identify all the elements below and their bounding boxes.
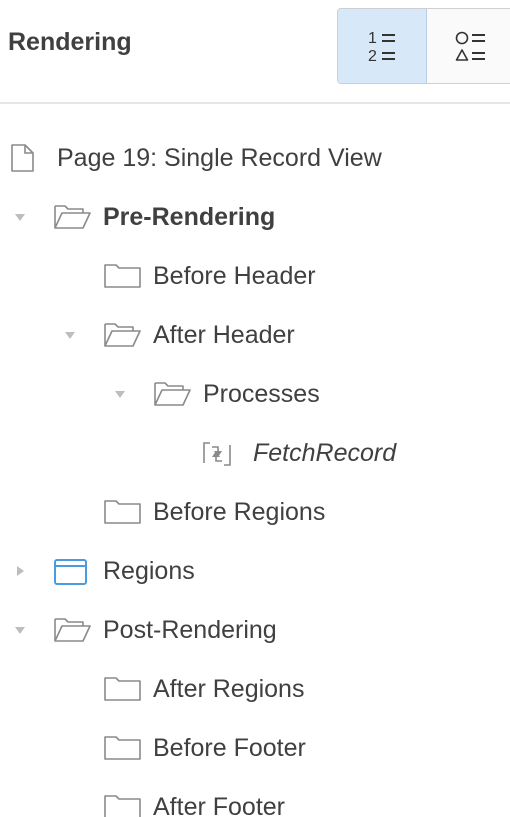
tree-node-label: Before Regions: [153, 498, 326, 526]
sequence-view-button[interactable]: 1 2: [338, 9, 427, 83]
svg-text:1: 1: [368, 30, 377, 47]
tree-node[interactable]: After Regions: [0, 665, 510, 713]
tree-node-label: Post-Rendering: [103, 616, 277, 644]
expand-toggle-icon[interactable]: [63, 328, 77, 342]
tree-node[interactable]: Before Regions: [0, 488, 510, 536]
svg-text:2: 2: [368, 48, 377, 65]
tree-node[interactable]: Pre-Rendering: [0, 193, 510, 241]
folder-open-icon: [153, 380, 193, 413]
panel-header: Rendering 1 2: [0, 0, 510, 104]
tree-node-label: After Regions: [153, 675, 305, 703]
view-toggle: 1 2: [337, 8, 510, 84]
expand-toggle-icon[interactable]: [13, 623, 27, 637]
page-icon: [10, 143, 36, 178]
tree-node[interactable]: Page 19: Single Record View: [0, 134, 510, 182]
expand-toggle-icon[interactable]: [113, 387, 127, 401]
tree-node-label: After Footer: [153, 793, 285, 817]
component-view-button[interactable]: [427, 9, 510, 83]
panel-title: Rendering: [8, 28, 132, 56]
folder-open-icon: [53, 616, 93, 649]
shapes-list-icon: [455, 31, 485, 61]
tree-node[interactable]: Before Header: [0, 252, 510, 300]
tree-node[interactable]: Processes: [0, 370, 510, 418]
tree-node-label: FetchRecord: [253, 439, 397, 467]
folder-open-icon: [53, 203, 93, 236]
tree-node-label: Before Footer: [153, 734, 306, 762]
tree-node-label: Page 19: Single Record View: [57, 144, 382, 172]
tree-node[interactable]: Post-Rendering: [0, 606, 510, 654]
folder-closed-icon: [103, 262, 143, 295]
tree-node[interactable]: Before Footer: [0, 724, 510, 772]
tree-node[interactable]: Regions: [0, 547, 510, 595]
collapse-toggle-icon[interactable]: [13, 564, 27, 578]
region-icon: [53, 557, 89, 592]
expand-toggle-icon[interactable]: [13, 210, 27, 224]
tree-node[interactable]: FetchRecord: [0, 429, 510, 477]
tree-node-label: After Header: [153, 321, 295, 349]
numbered-list-icon: 1 2: [368, 30, 395, 65]
folder-open-icon: [103, 321, 143, 354]
folder-closed-icon: [103, 793, 143, 817]
tree-node[interactable]: After Footer: [0, 783, 510, 817]
tree-node[interactable]: After Header: [0, 311, 510, 359]
process-icon: [200, 439, 234, 474]
rendering-panel: Rendering 1 2 Page 19: Single Record Vie…: [0, 0, 510, 817]
folder-closed-icon: [103, 734, 143, 767]
tree-node-label: Before Header: [153, 262, 316, 290]
folder-closed-icon: [103, 498, 143, 531]
tree-node-label: Regions: [103, 557, 195, 585]
tree-node-label: Pre-Rendering: [103, 203, 276, 231]
folder-closed-icon: [103, 675, 143, 708]
tree-node-label: Processes: [203, 380, 320, 408]
